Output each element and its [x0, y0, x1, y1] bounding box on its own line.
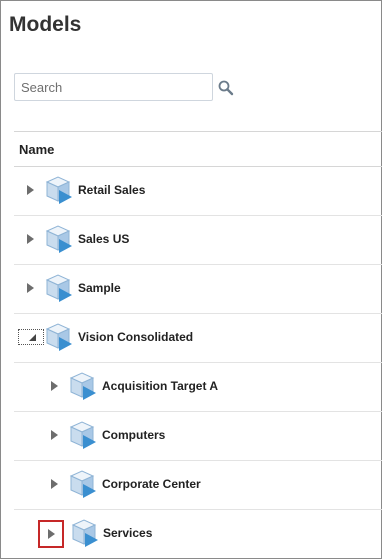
models-tree: Name Retail Sales Sales US Sample Vision…	[14, 131, 382, 558]
search-bar	[14, 73, 234, 101]
expand-arrow-icon[interactable]	[48, 477, 62, 491]
search-input[interactable]	[14, 73, 213, 101]
expand-arrow-icon[interactable]	[48, 428, 62, 442]
tree-item-label[interactable]: Corporate Center	[102, 477, 201, 491]
model-cube-icon	[68, 468, 98, 500]
tree-item-label[interactable]: Vision Consolidated	[78, 330, 193, 344]
model-cube-icon	[70, 517, 100, 549]
tree-item-label[interactable]: Retail Sales	[78, 183, 145, 197]
tree-row[interactable]: Computers	[14, 412, 382, 461]
tree-row[interactable]: Sample	[14, 265, 382, 314]
tree-row[interactable]: Services	[14, 510, 382, 558]
model-cube-icon	[44, 272, 74, 304]
tree-row[interactable]: Corporate Center	[14, 461, 382, 510]
tree-item-label[interactable]: Services	[103, 526, 152, 540]
expand-arrow-icon[interactable]	[24, 183, 38, 197]
expand-arrow-icon[interactable]	[38, 520, 64, 548]
tree-item-label[interactable]: Sales US	[78, 232, 129, 246]
page-title: Models	[9, 13, 82, 36]
models-panel: Models Name Retail Sales Sales US Sample…	[0, 0, 382, 559]
tree-row[interactable]: Retail Sales	[14, 167, 382, 216]
column-header-name[interactable]: Name	[14, 132, 382, 167]
model-cube-icon	[68, 419, 98, 451]
model-cube-icon	[44, 223, 74, 255]
expand-arrow-icon[interactable]	[48, 379, 62, 393]
tree-item-label[interactable]: Acquisition Target A	[102, 379, 218, 393]
search-icon[interactable]	[217, 79, 235, 97]
tree-row[interactable]: Acquisition Target A	[14, 363, 382, 412]
tree-item-label[interactable]: Computers	[102, 428, 165, 442]
expand-arrow-icon[interactable]	[24, 281, 38, 295]
collapse-arrow-icon[interactable]	[18, 329, 44, 345]
tree-rows: Retail Sales Sales US Sample Vision Cons…	[14, 167, 382, 558]
tree-row[interactable]: Vision Consolidated	[14, 314, 382, 363]
tree-row[interactable]: Sales US	[14, 216, 382, 265]
expand-arrow-icon[interactable]	[24, 232, 38, 246]
model-cube-icon	[44, 321, 74, 353]
model-cube-icon	[68, 370, 98, 402]
model-cube-icon	[44, 174, 74, 206]
tree-item-label[interactable]: Sample	[78, 281, 121, 295]
